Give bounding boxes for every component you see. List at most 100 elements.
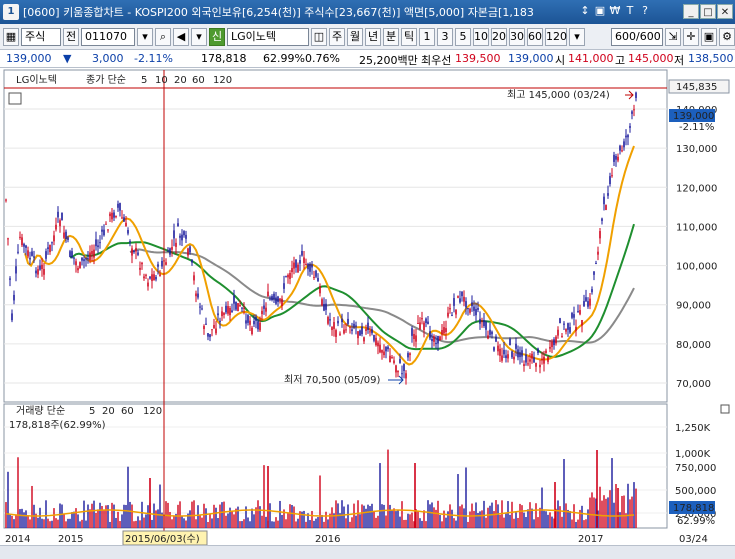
volume-bar: [203, 503, 205, 528]
volume-bar: [121, 514, 123, 528]
chart-area[interactable]: 140,000130,000120,000110,000100,00090,00…: [0, 68, 735, 545]
volume-bar: [503, 517, 505, 528]
candle-body: [397, 370, 399, 373]
candle-body: [271, 296, 273, 301]
volume-bar: [257, 500, 259, 528]
cursor-icon[interactable]: ⇲: [665, 27, 681, 46]
volume-bar: [107, 505, 109, 528]
volume-bar: [425, 521, 427, 528]
period-year-button[interactable]: 년: [365, 27, 381, 46]
candle-body: [527, 363, 529, 365]
candle-body: [61, 212, 63, 221]
settings-icon[interactable]: ⚙: [719, 27, 735, 46]
candle-body: [251, 327, 253, 335]
volume-bar: [141, 501, 143, 528]
market-alt-button[interactable]: 전: [63, 27, 79, 46]
interval-20-button[interactable]: 20: [491, 27, 507, 46]
volume-bar: [231, 510, 233, 528]
candle-body: [81, 257, 83, 261]
volume-bar: [615, 484, 617, 528]
volume-bar: [131, 504, 133, 528]
period-week-button[interactable]: 주: [329, 27, 345, 46]
crosshair-icon[interactable]: ✛: [683, 27, 699, 46]
volume-bar: [9, 513, 11, 528]
volume-bar: [41, 518, 43, 528]
search-icon[interactable]: ⌕: [155, 27, 171, 46]
interval-1-button[interactable]: 1: [419, 27, 435, 46]
volume-spike: [267, 466, 269, 528]
volume-bar: [489, 505, 491, 528]
text-icon[interactable]: T: [624, 4, 636, 17]
volume-bar: [97, 509, 99, 528]
volume-bar: [561, 516, 563, 528]
volume-bar: [515, 512, 517, 528]
interval-120-button[interactable]: 120: [545, 27, 567, 46]
period-tick-button[interactable]: 틱: [401, 27, 417, 46]
chart-svg[interactable]: 140,000130,000120,000110,000100,00090,00…: [0, 68, 735, 545]
candle-body: [425, 318, 427, 323]
currency-icon[interactable]: ₩: [609, 4, 621, 17]
candle-body: [151, 274, 153, 282]
candle-body: [69, 251, 71, 258]
scroll-bar[interactable]: [0, 545, 735, 559]
candle-body: [409, 353, 411, 356]
favorite-icon[interactable]: ◫: [311, 27, 327, 46]
volume-tick-label: 500,000: [675, 486, 716, 497]
candle-body: [35, 270, 37, 274]
interval-30-button[interactable]: 30: [509, 27, 525, 46]
volume-bar: [589, 497, 591, 528]
candle-body: [413, 333, 415, 340]
volume-bar: [71, 512, 73, 528]
screen-icon[interactable]: ▣: [594, 4, 606, 17]
interval-5-button[interactable]: 5: [455, 27, 471, 46]
candle-body: [383, 351, 385, 356]
candle-body: [525, 354, 527, 363]
candle-body: [99, 242, 101, 244]
period-minute-button[interactable]: 분: [383, 27, 399, 46]
volume-bar: [609, 490, 611, 528]
volume-bar: [147, 505, 149, 528]
legend-ma-20: 20: [174, 75, 187, 86]
interval-10-button[interactable]: 10: [473, 27, 489, 46]
speaker-icon[interactable]: ◀: [173, 27, 189, 46]
interval-60-button[interactable]: 60: [527, 27, 543, 46]
stock-code-input[interactable]: 011070: [81, 27, 135, 46]
save-icon[interactable]: ▣: [701, 27, 717, 46]
candle-body: [519, 352, 521, 358]
candle-body: [453, 298, 455, 306]
volume-bar: [303, 510, 305, 528]
minimize-button[interactable]: _: [683, 4, 699, 19]
interval-3-button[interactable]: 3: [437, 27, 453, 46]
volume-bar: [73, 511, 75, 528]
code-dropdown-icon[interactable]: ▾: [137, 27, 153, 46]
volume-bar: [309, 520, 311, 528]
volume: 178,818: [201, 52, 247, 65]
volume-bar: [29, 519, 31, 528]
maximize-button[interactable]: □: [700, 4, 716, 19]
candle-body: [193, 275, 195, 281]
volume-bar: [455, 520, 457, 528]
candle-body: [419, 322, 421, 330]
volume-bar: [261, 515, 263, 528]
candle-body: [189, 246, 191, 253]
candle-body: [537, 348, 539, 354]
grid-icon[interactable]: ▦: [3, 27, 19, 46]
panel-close-icon[interactable]: [720, 404, 730, 414]
candle-body: [457, 296, 459, 298]
volume-bar: [27, 515, 29, 528]
volume-bar: [227, 513, 229, 528]
period-month-button[interactable]: 월: [347, 27, 363, 46]
candle-body: [553, 339, 555, 346]
candle-body: [303, 257, 305, 263]
market-select[interactable]: 주식: [21, 27, 61, 46]
chevron-down-icon[interactable]: ▾: [191, 27, 207, 46]
volume-bar: [189, 510, 191, 528]
panel-settings-icon[interactable]: [8, 92, 22, 105]
count-input[interactable]: 600/600: [611, 27, 663, 46]
options-icon[interactable]: ▾: [569, 27, 585, 46]
help-icon[interactable]: ?: [639, 4, 651, 17]
link-icon[interactable]: ↕: [579, 4, 591, 17]
volume-bar: [583, 520, 585, 528]
volume-bar: [527, 509, 529, 528]
close-button[interactable]: ✕: [717, 4, 733, 19]
